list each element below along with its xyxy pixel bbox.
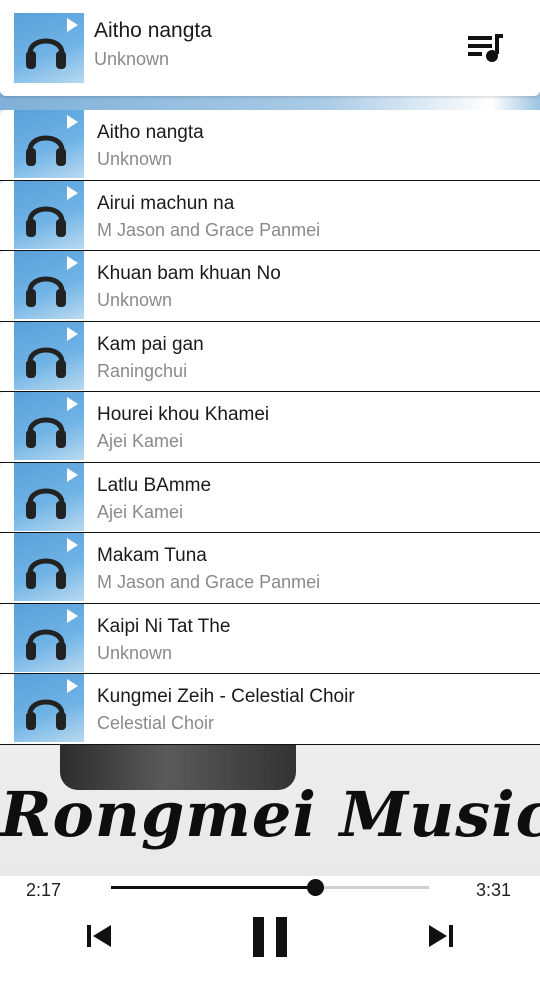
song-title: Latlu BAmme [97, 474, 212, 496]
song-album-art [14, 603, 84, 672]
headphones-icon [26, 206, 66, 237]
song-album-art [14, 392, 84, 460]
song-title: Makam Tuna [97, 545, 207, 566]
seek-bar-thumb[interactable] [306, 879, 324, 896]
headphones-icon [26, 558, 66, 589]
seek-bar[interactable] [111, 879, 429, 896]
song-artist: Unknown [97, 290, 173, 310]
song-album-art [14, 321, 84, 390]
headphones-icon [26, 417, 66, 448]
song-album-art [14, 110, 84, 178]
seek-bar-progress [111, 886, 315, 889]
song-artist: M Jason and Grace Panmei [97, 572, 321, 592]
headphones-icon [26, 488, 66, 519]
song-list-item[interactable]: Aitho nangta Unknown [0, 110, 540, 181]
play-icon [67, 679, 78, 693]
song-album-art [14, 462, 84, 531]
now-playing-album-art [14, 13, 84, 83]
song-artist: Celestial Choir [97, 713, 215, 733]
song-list-item[interactable]: Kaipi Ni Tat The Unknown [0, 603, 540, 674]
song-album-art [14, 251, 84, 319]
song-list-item[interactable]: Kam pai gan Raningchui [0, 321, 540, 392]
song-artist: Ajei Kamei [97, 501, 184, 522]
song-title: Kungmei Zeih - Celestial Choir [97, 686, 355, 707]
play-icon [67, 185, 78, 200]
song-list-item[interactable]: Latlu BAmme Ajei Kamei [0, 462, 540, 533]
song-title: Aitho nangta [97, 122, 204, 143]
song-list-item[interactable]: Makam Tuna M Jason and Grace Panmei [0, 533, 540, 604]
player-controls: 2:17 3:31 [0, 876, 540, 998]
headphones-icon [26, 276, 66, 307]
song-list-item[interactable]: Airui machun na M Jason and Grace Panmei [0, 180, 540, 251]
play-icon [67, 326, 78, 341]
play-icon [67, 397, 78, 411]
brand-wordmark: Rongmei Music [0, 778, 540, 851]
play-icon [67, 608, 78, 623]
pause-icon[interactable] [251, 916, 289, 958]
song-artist: Ajei Kamei [97, 431, 184, 451]
skip-next-icon[interactable] [428, 924, 454, 948]
total-time: 3:31 [476, 880, 512, 900]
now-playing-bar[interactable]: Aitho nangta Unknown [0, 0, 540, 96]
song-artist: M Jason and Grace Panmei [97, 219, 321, 240]
play-icon [67, 538, 78, 552]
now-playing-title: Aitho nangta [94, 19, 212, 42]
song-album-art [14, 180, 84, 249]
play-icon [67, 115, 78, 129]
play-icon [67, 18, 78, 32]
song-album-art [14, 674, 84, 742]
play-icon [67, 256, 78, 270]
headphones-icon [26, 629, 66, 660]
song-title: Hourei khou Khamei [97, 404, 270, 425]
skip-previous-icon[interactable] [86, 924, 112, 948]
headphones-icon [26, 699, 66, 730]
song-title: Khuan bam khuan No [97, 263, 281, 284]
song-title: Kaipi Ni Tat The [97, 615, 231, 637]
song-list: Aitho nangta Unknown Airui machun na M J… [0, 110, 540, 745]
headphones-icon [26, 347, 66, 378]
headphones-icon [26, 135, 66, 166]
headphones-icon [26, 38, 66, 69]
now-playing-artist: Unknown [94, 49, 170, 69]
song-album-art [14, 533, 84, 601]
song-artist: Raningchui [97, 360, 188, 381]
play-icon [67, 467, 78, 482]
queue-music-icon[interactable] [466, 32, 506, 66]
elapsed-time: 2:17 [26, 880, 62, 900]
song-list-item[interactable]: Kungmei Zeih - Celestial Choir Celestial… [0, 674, 540, 745]
song-title: Kam pai gan [97, 333, 204, 355]
song-artist: Unknown [97, 642, 173, 663]
song-artist: Unknown [97, 149, 173, 169]
song-title: Airui machun na [97, 192, 235, 214]
song-list-item[interactable]: Khuan bam khuan No Unknown [0, 251, 540, 322]
song-list-item[interactable]: Hourei khou Khamei Ajei Kamei [0, 392, 540, 463]
